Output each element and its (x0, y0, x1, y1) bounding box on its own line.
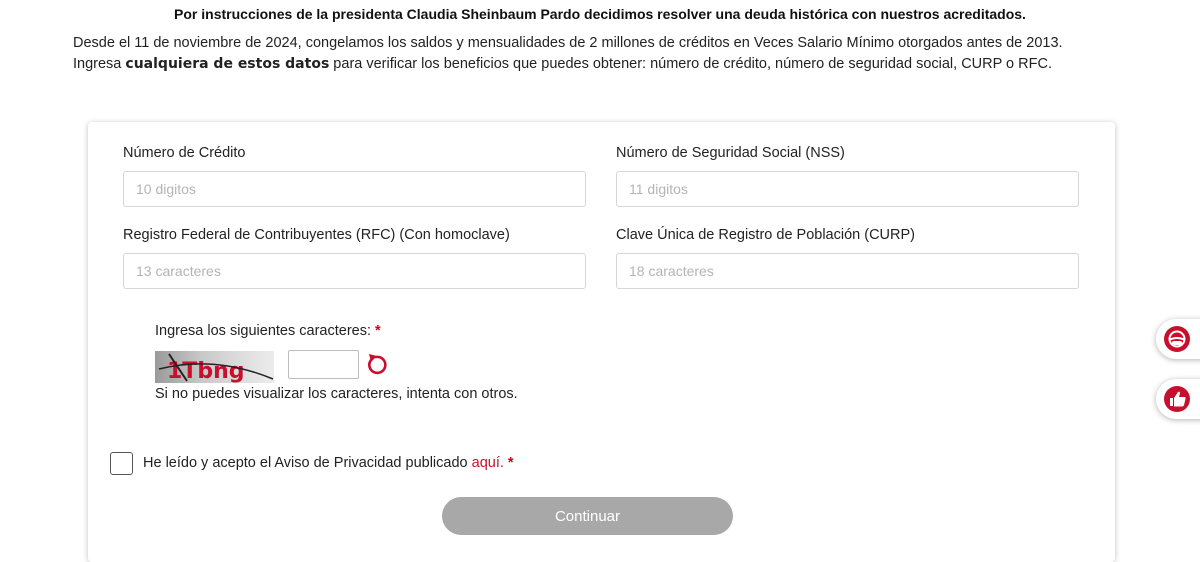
refresh-icon (368, 354, 387, 375)
privacy-required-mark: * (507, 455, 514, 471)
continue-button[interactable]: Continuar (442, 497, 733, 535)
captcha-label-text: Ingresa los siguientes caracteres: (155, 323, 371, 339)
captcha-input[interactable] (288, 350, 359, 379)
privacy-notice-link[interactable]: aquí. (472, 455, 504, 471)
page-headline: Por instrucciones de la presidenta Claud… (174, 6, 1026, 22)
credit-number-input[interactable] (123, 171, 586, 207)
captcha-image-graphic: 1Tbng (158, 353, 274, 384)
intro-line-2-emphasis: cualquiera de estos datos (125, 56, 330, 72)
floating-button-feedback[interactable] (1156, 379, 1200, 419)
intro-text: Desde el 11 de noviembre de 2024, congel… (73, 33, 1131, 75)
privacy-label: He leído y acepto el Aviso de Privacidad… (143, 455, 514, 471)
intro-line-2: Ingresa cualquiera de estos datos para v… (73, 54, 1131, 75)
privacy-checkbox[interactable] (110, 452, 133, 475)
floating-button-assistance[interactable] (1156, 319, 1200, 359)
nss-input[interactable] (616, 171, 1079, 207)
captcha-characters: 1Tbng (167, 359, 244, 383)
captcha-help-text: Si no puedes visualizar los caracteres, … (155, 386, 518, 402)
nss-label: Número de Seguridad Social (NSS) (616, 145, 845, 161)
intro-line-1: Desde el 11 de noviembre de 2024, congel… (73, 35, 1063, 51)
curp-input[interactable] (616, 253, 1079, 289)
rfc-input[interactable] (123, 253, 586, 289)
intro-line-2-suffix: para verificar los beneficios que puedes… (329, 56, 1052, 72)
masked-face-icon (1164, 326, 1190, 352)
credit-number-label: Número de Crédito (123, 145, 246, 161)
captcha-label: Ingresa los siguientes caracteres: * (155, 323, 381, 339)
privacy-text: He leído y acepto el Aviso de Privacidad… (143, 455, 468, 471)
refresh-captcha-button[interactable] (365, 351, 389, 377)
verification-form-card: Número de Crédito Número de Seguridad So… (88, 122, 1115, 562)
intro-line-2-prefix: Ingresa (73, 56, 126, 72)
rfc-label: Registro Federal de Contribuyentes (RFC)… (123, 227, 510, 243)
captcha-image: 1Tbng (155, 351, 274, 384)
required-mark: * (375, 323, 381, 339)
thumbs-up-icon (1164, 386, 1190, 412)
curp-label: Clave Única de Registro de Población (CU… (616, 227, 915, 243)
